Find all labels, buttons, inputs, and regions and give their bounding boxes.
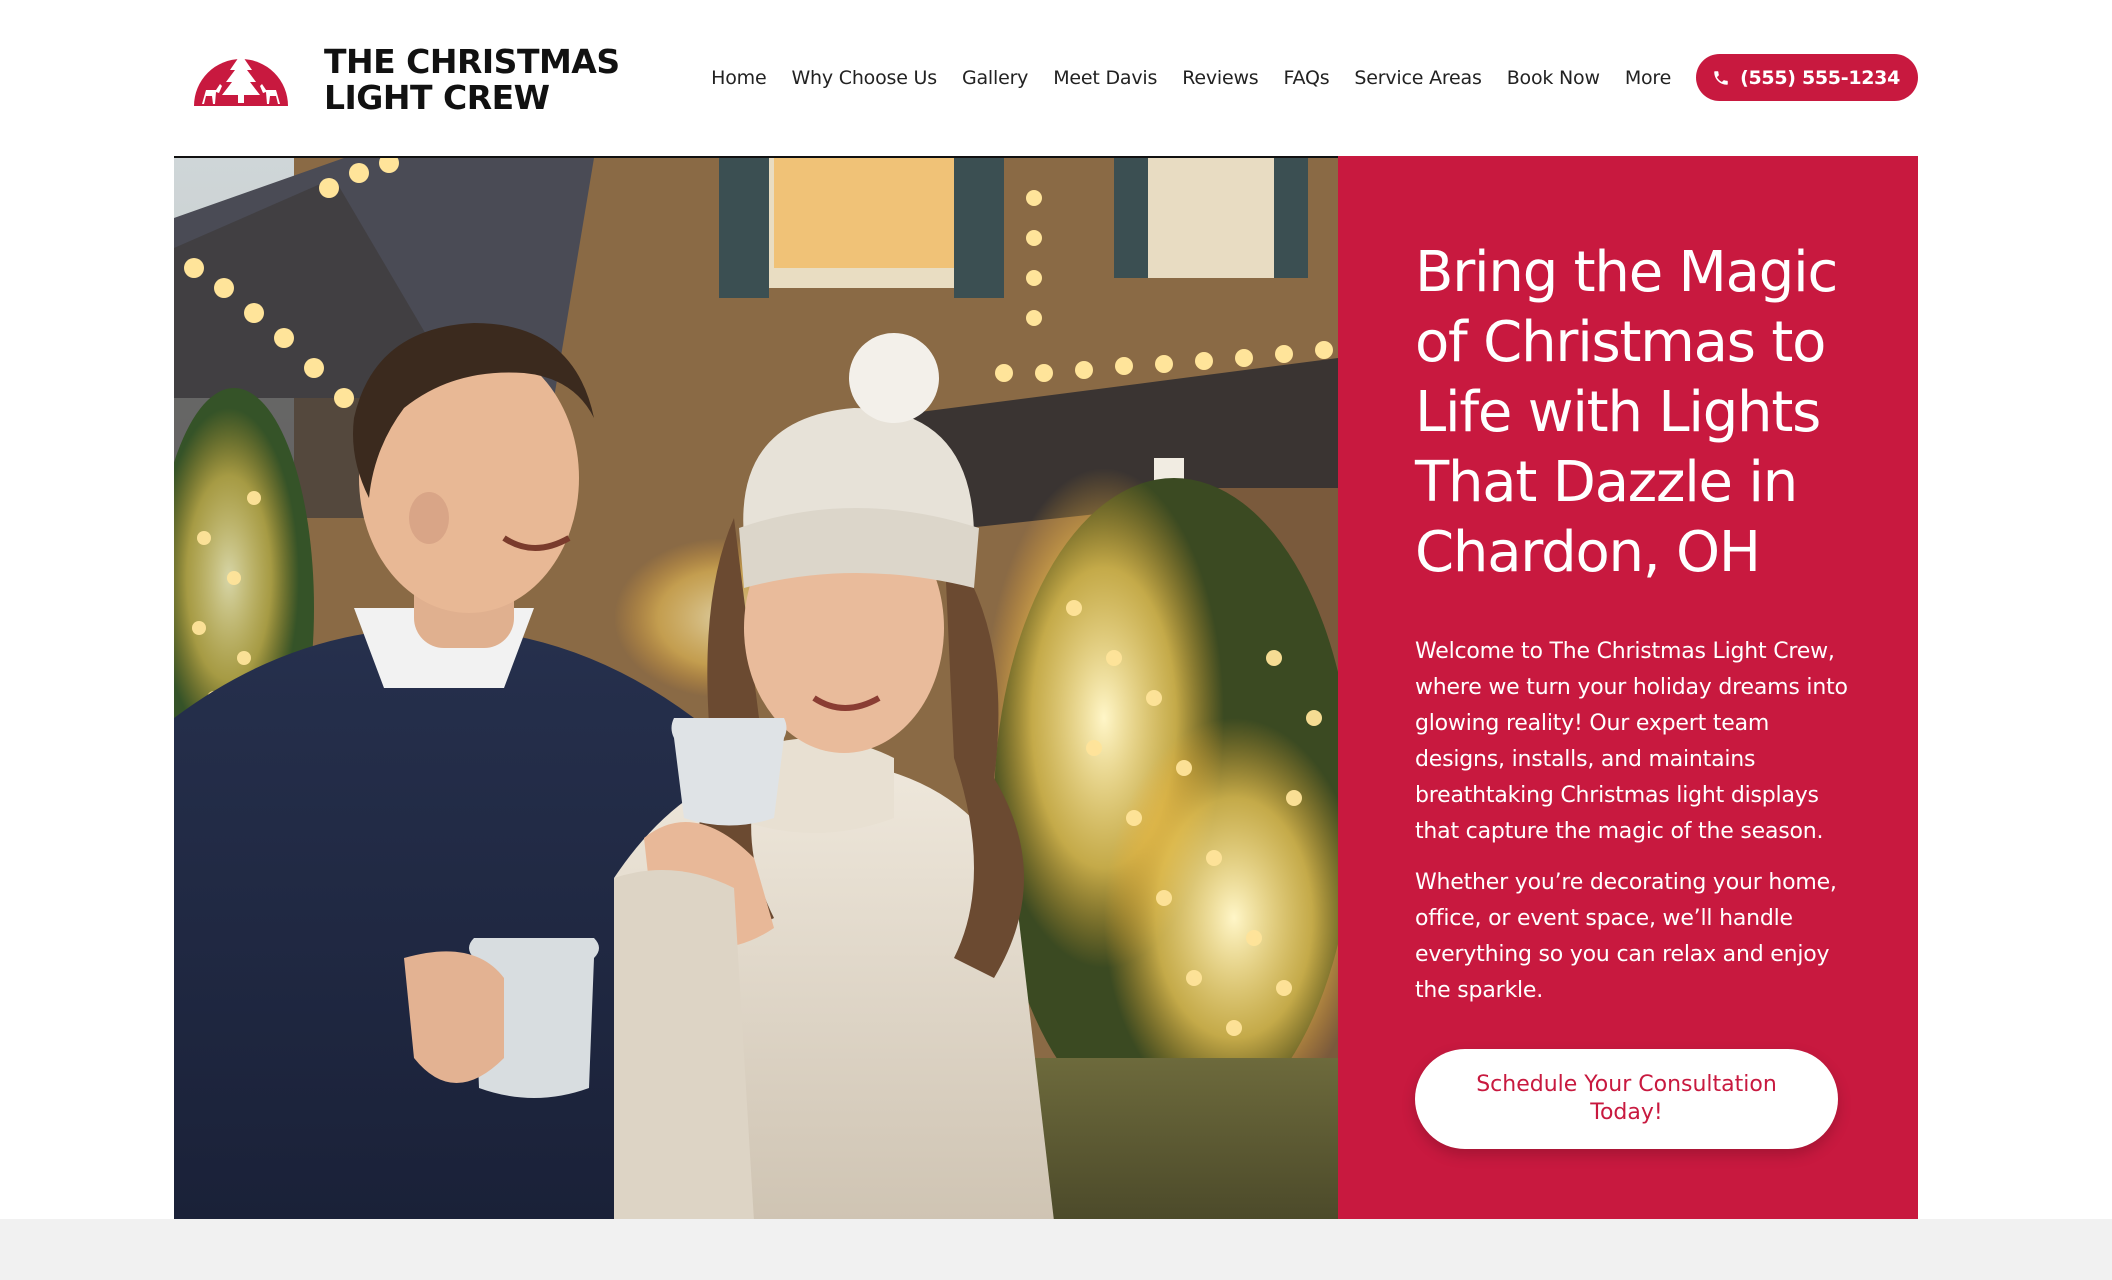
hero-title: Bring the Magic of Christmas to Life wit…	[1415, 240, 1838, 585]
hero-photo-couple-with-mugs	[174, 156, 1338, 1219]
nav-service-areas[interactable]: Service Areas	[1354, 67, 1481, 89]
hero-paragraph-2: Whether you’re decorating your home, off…	[1415, 870, 1837, 1003]
main-nav: Home Why Choose Us Gallery Meet Davis Re…	[711, 54, 1918, 101]
phone-icon	[1714, 70, 1728, 85]
brand-line-1: THE CHRISTMAS	[324, 42, 620, 81]
brand-line-2: LIGHT CREW	[324, 78, 550, 117]
nav-home[interactable]: Home	[711, 67, 767, 89]
brand-name: THE CHRISTMAS LIGHT CREW	[324, 44, 624, 116]
tree-and-reindeer-logo-icon	[194, 54, 288, 106]
hero-section: Bring the Magic of Christmas to Life wit…	[174, 156, 1918, 1219]
nav-gallery[interactable]: Gallery	[962, 67, 1028, 89]
nav-meet-davis[interactable]: Meet Davis	[1053, 67, 1157, 89]
brand-logo[interactable]: THE CHRISTMAS LIGHT CREW	[192, 40, 620, 116]
hero-body: Welcome to The Christmas Light Crew, whe…	[1415, 634, 1848, 1009]
nav-faqs[interactable]: FAQs	[1284, 67, 1330, 89]
phone-number: (555) 555-1234	[1740, 66, 1900, 89]
phone-button[interactable]: (555) 555-1234	[1696, 54, 1918, 101]
hero-panel: Bring the Magic of Christmas to Life wit…	[1338, 156, 1918, 1219]
nav-why-choose-us[interactable]: Why Choose Us	[791, 67, 937, 89]
page-bottom-strip	[0, 1219, 2112, 1280]
nav-more[interactable]: More	[1625, 67, 1672, 89]
nav-book-now[interactable]: Book Now	[1507, 67, 1600, 89]
schedule-consultation-button[interactable]: Schedule Your Consultation Today!	[1415, 1049, 1838, 1149]
site-header: THE CHRISTMAS LIGHT CREW Home Why Choose…	[0, 0, 2112, 156]
hero-illustration	[174, 158, 1338, 1219]
nav-reviews[interactable]: Reviews	[1182, 67, 1258, 89]
hero-paragraph-1: Welcome to The Christmas Light Crew, whe…	[1415, 639, 1848, 844]
